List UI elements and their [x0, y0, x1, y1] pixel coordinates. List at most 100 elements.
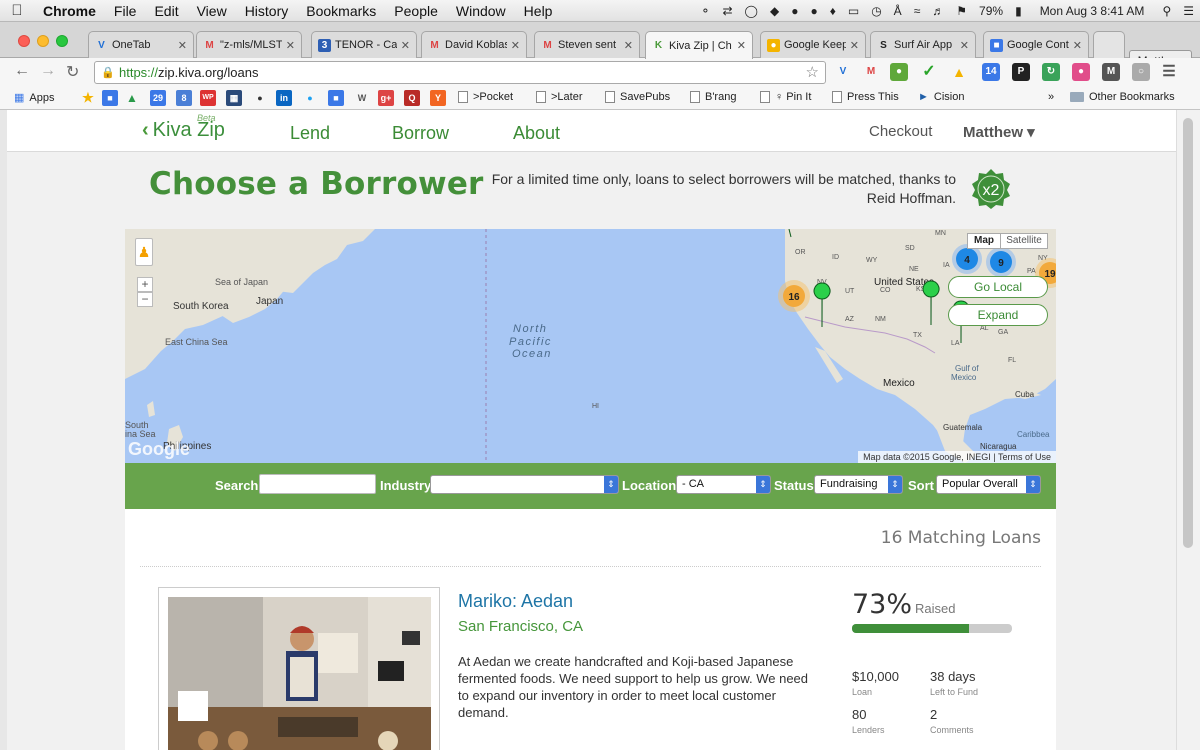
menu-bookmarks[interactable]: Bookmarks [297, 3, 385, 19]
borrower-name-link[interactable]: Mariko: Aedan [458, 591, 573, 612]
expand-map-button[interactable]: Expand [948, 304, 1048, 326]
chat-bookmark-icon[interactable]: ■ [328, 90, 344, 106]
notification-center-icon[interactable]: ☰ [1177, 4, 1200, 18]
map-type-satellite-button[interactable]: Satellite [1000, 233, 1048, 249]
pink-extension-icon[interactable]: ● [1072, 63, 1090, 81]
google-bookmark-icon[interactable]: 8 [176, 90, 192, 106]
apple-icon[interactable]:  [0, 2, 34, 19]
evernote-icon[interactable]: ● [804, 4, 823, 18]
calendar-bookmark-icon[interactable]: 29 [150, 90, 166, 106]
location-select[interactable]: - CA ⇕ [676, 475, 771, 494]
bluetooth-icon[interactable]: Å [888, 4, 908, 18]
bookmarks-overflow[interactable]: » [1048, 91, 1054, 103]
volume-icon[interactable]: ♬ [926, 4, 950, 18]
close-tab-icon[interactable]: ✕ [850, 39, 859, 52]
twitter-bookmark-icon[interactable]: ● [302, 90, 318, 106]
wordpress-bookmark-icon[interactable]: W [354, 90, 370, 106]
grey-extension-icon[interactable]: ○ [1132, 63, 1150, 81]
back-icon[interactable]: ← [14, 62, 30, 80]
m-extension-icon[interactable]: M [1102, 63, 1120, 81]
nav-borrow[interactable]: Borrow [392, 123, 449, 144]
nav-about[interactable]: About [513, 123, 560, 144]
new-tab-button[interactable] [1093, 31, 1125, 58]
close-tab-icon[interactable]: ✕ [286, 39, 295, 52]
bookmark-pin-it[interactable]: ♀ Pin It [760, 91, 811, 103]
pegman-icon[interactable]: ♟ [135, 238, 153, 266]
close-tab-icon[interactable]: ✕ [737, 39, 746, 52]
tab-google-keep[interactable]: ● Google Keep ✕ [760, 31, 866, 58]
close-tab-icon[interactable]: ✕ [960, 39, 969, 52]
zoom-in-button[interactable]: + [137, 277, 153, 292]
close-tab-icon[interactable]: ✕ [401, 39, 410, 52]
circle-q-icon[interactable]: ◯ [739, 4, 764, 18]
tab-onetab[interactable]: V OneTab ✕ [88, 31, 194, 58]
address-bar[interactable]: 🔒 https://zip.kiva.org/loans ☆ [94, 61, 826, 84]
y-bookmark-icon[interactable]: Y [430, 90, 446, 106]
menu-edit[interactable]: Edit [145, 3, 187, 19]
bookmark-star-icon[interactable]: ☆ [806, 62, 819, 83]
close-tab-icon[interactable]: ✕ [511, 39, 520, 52]
nav-checkout[interactable]: Checkout [869, 123, 932, 140]
other-bookmarks[interactable]: Other Bookmarks [1070, 91, 1175, 103]
menu-file[interactable]: File [105, 3, 146, 19]
tab-tenor[interactable]: 3 TENOR - Ca ✕ [311, 31, 417, 58]
chrome-menu-icon[interactable]: ☰ [1160, 63, 1178, 81]
kiva-zip-logo[interactable]: ‹ Kiva Zip Beta [142, 113, 225, 142]
clock[interactable]: Mon Aug 3 8:41 AM [1034, 4, 1151, 18]
zoom-window-button[interactable] [56, 35, 68, 47]
borrower-photo[interactable] [168, 597, 431, 750]
menu-help[interactable]: Help [515, 3, 562, 19]
tab-google-contacts[interactable]: ■ Google Cont ✕ [983, 31, 1089, 58]
wp-bookmark-icon[interactable]: WP [200, 90, 216, 106]
drop-icon[interactable]: ● [785, 4, 804, 18]
news-bookmark-icon[interactable]: ▦ [226, 90, 242, 106]
industry-select[interactable]: ⇕ [430, 475, 619, 494]
status-select[interactable]: Fundraising ⇕ [814, 475, 903, 494]
menu-app-name[interactable]: Chrome [34, 3, 105, 19]
tab-gmail-david[interactable]: M David Koblas ✕ [421, 31, 527, 58]
gmail-extension-icon[interactable]: M [862, 63, 880, 81]
checkmark-extension-icon[interactable]: ✓ [920, 63, 938, 81]
minimize-window-button[interactable] [37, 35, 49, 47]
apps-shortcut[interactable]: ▦ Apps [14, 91, 54, 105]
menu-people[interactable]: People [385, 3, 447, 19]
bell-icon[interactable]: ♦ [824, 4, 842, 18]
tab-surf-air[interactable]: S Surf Air App ✕ [870, 31, 976, 58]
close-window-button[interactable] [18, 35, 30, 47]
bookmark-later[interactable]: >Later [536, 91, 583, 103]
tab-gmail-mls[interactable]: M "z-mls/MLST ✕ [196, 31, 302, 58]
shield-bookmark-icon[interactable]: ● [252, 90, 268, 106]
nav-lend[interactable]: Lend [290, 123, 330, 144]
loans-map[interactable]: Sea of Japan Japan South Korea East Chin… [125, 229, 1056, 463]
contacts-extension-icon[interactable]: 14 [982, 63, 1000, 81]
wifi-icon[interactable]: ≈ [908, 4, 927, 18]
comments-label[interactable]: Comments [930, 725, 974, 735]
menu-history[interactable]: History [236, 3, 298, 19]
close-tab-icon[interactable]: ✕ [178, 39, 187, 52]
contacts-bookmark-icon[interactable]: ■ [102, 90, 118, 106]
close-tab-icon[interactable]: ✕ [624, 39, 633, 52]
bookmark-press-this[interactable]: Press This [832, 91, 899, 103]
refresh-extension-icon[interactable]: ↻ [1042, 63, 1060, 81]
q-bookmark-icon[interactable]: Q [404, 90, 420, 106]
map-terms-link[interactable]: Terms of Use [998, 452, 1051, 462]
forward-icon[interactable]: → [40, 62, 56, 80]
bookmark-pocket[interactable]: >Pocket [458, 91, 513, 103]
bookmark-savepubs[interactable]: SavePubs [605, 91, 670, 103]
zoom-out-button[interactable]: − [137, 292, 153, 307]
time-machine-icon[interactable]: ◷ [865, 4, 887, 18]
gplus-bookmark-icon[interactable]: g+ [378, 90, 394, 106]
map-canvas[interactable]: Sea of Japan Japan South Korea East Chin… [125, 229, 1056, 463]
linkedin-bookmark-icon[interactable]: in [276, 90, 292, 106]
bookmark-brang[interactable]: B'rang [690, 91, 736, 103]
page-scrollbar[interactable] [1176, 110, 1200, 750]
flag-icon[interactable]: ⚑ [950, 4, 973, 18]
close-tab-icon[interactable]: ✕ [1073, 39, 1082, 52]
tab-kiva-zip[interactable]: K Kiva Zip | Ch ✕ [645, 31, 753, 59]
dropbox-icon[interactable]: ◆ [764, 4, 785, 18]
comments-count[interactable]: 2 [930, 707, 937, 722]
spotlight-icon[interactable]: ⚲ [1156, 4, 1177, 18]
flag-extension-icon[interactable]: P [1012, 63, 1030, 81]
headphones-icon[interactable]: ⚬ [694, 4, 716, 18]
search-input[interactable] [259, 474, 376, 494]
